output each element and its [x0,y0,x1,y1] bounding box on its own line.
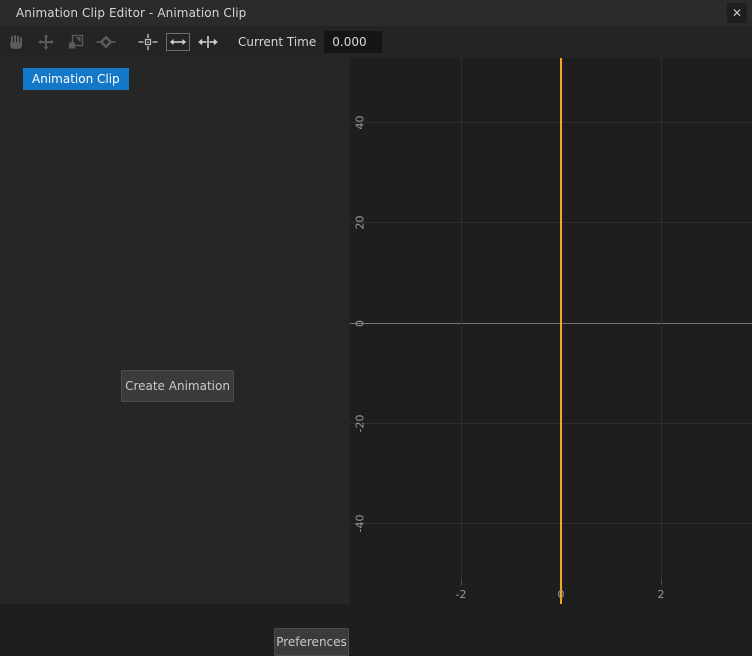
gridline-y-20 [350,222,752,223]
curve-graph-panel[interactable]: 40 20 0 -20 -40 -2 0 2 [350,58,752,604]
current-time-playhead[interactable] [560,58,562,604]
animation-clip-editor-window: Animation Clip Editor - Animation Clip ✕ [0,0,752,604]
fit-horizontal-icon [166,33,190,51]
x-tick-mark-0 [560,579,561,585]
align-keys-button[interactable] [194,29,222,55]
scale-tool-button[interactable] [62,29,90,55]
pan-tool-button[interactable] [2,29,30,55]
zero-baseline [350,323,752,324]
gridline-x--2 [461,58,462,579]
window-title: Animation Clip Editor - Animation Clip [16,6,246,20]
editor-toolbar: Current Time 0.000 [0,26,752,58]
x-tick-label--2: -2 [446,588,476,601]
create-animation-button[interactable]: Create Animation [121,370,234,402]
x-tick-label-2: 2 [646,588,676,601]
x-tick-mark--2 [461,579,462,585]
current-time-input[interactable]: 0.000 [324,31,382,53]
move-arrows-icon [37,33,55,51]
keyframe-tool-button[interactable] [92,29,120,55]
snap-center-icon [137,33,159,51]
clip-properties-panel: Animation Clip Create Animation Preferen… [0,58,350,604]
scale-box-icon [67,33,85,51]
x-tick-label-0: 0 [546,588,576,601]
preferences-button[interactable]: Preferences [274,628,349,656]
hand-icon [7,33,25,51]
align-keys-icon [197,34,219,50]
fit-horizontal-button[interactable] [164,29,192,55]
window-titlebar: Animation Clip Editor - Animation Clip ✕ [0,0,752,26]
move-tool-button[interactable] [32,29,60,55]
snap-to-frame-button[interactable] [134,29,162,55]
y-tick-label--40: -40 [354,512,367,536]
gridline-y--20 [350,423,752,424]
y-tick-label-0: 0 [354,312,367,336]
gridline-x-2 [661,58,662,579]
gridline-y-40 [350,122,752,123]
tab-animation-clip[interactable]: Animation Clip [23,68,129,90]
y-tick-label-20: 20 [354,211,367,235]
y-tick-label--20: -20 [354,412,367,436]
clip-tab-row: Animation Clip [0,68,129,90]
current-time-label: Current Time [238,35,316,49]
gridline-y--40 [350,523,752,524]
y-tick-label-40: 40 [354,111,367,135]
diamond-keyframe-icon [96,33,116,51]
x-tick-mark-2 [661,579,662,585]
close-icon[interactable]: ✕ [727,3,747,23]
